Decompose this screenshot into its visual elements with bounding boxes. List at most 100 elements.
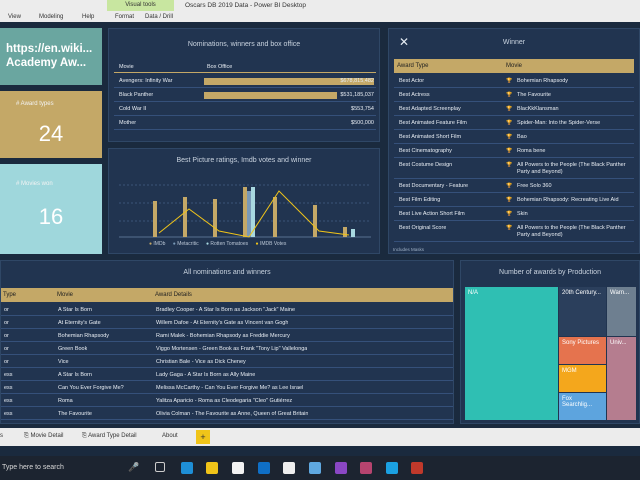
award-type: ess [4,411,13,417]
ratings-chart[interactable] [119,171,371,241]
add-page-button[interactable]: + [196,430,210,444]
teams-icon[interactable] [309,462,321,474]
header-award-details[interactable]: Award Details [155,292,192,298]
rating-bar[interactable] [343,227,347,237]
nomination-row[interactable]: ess A Star Is Born Lady Gaga - A Star Is B… [1,369,453,381]
award-type: ess [4,385,13,391]
box-office-row[interactable]: Mother $500,000 [114,117,376,130]
tab-overview-partial[interactable]: s [0,433,3,439]
award-details: Melissa McCarthy - Can You Ever Forgive … [156,385,304,391]
legend-metacritic: Metacritic [177,241,199,247]
tab-movie-detail[interactable]: ⎘ Movie Detail [24,433,63,440]
search-box[interactable]: Type here to search [2,464,64,471]
treemap-tile[interactable]: N/A [465,287,558,420]
treemap-tile[interactable]: Univ... [607,337,636,420]
treemap-chart[interactable]: N/A 20th Century... Warn... Sony Pictures Un… [465,287,637,421]
winner-row[interactable]: Best Costume Design 🏆 All Powers to the Pe… [394,159,634,179]
box-office-row[interactable]: Cold War II $553,754 [114,103,376,116]
winner-row[interactable]: Best Film Editing 🏆 Bohemian Rhapsody: Rec… [394,194,634,207]
header-movie[interactable]: Movie [116,64,134,70]
award-type: Best Original Score [399,225,447,231]
header-movie[interactable]: Movie [57,292,73,298]
treemap-tile[interactable]: MGM [559,365,606,392]
rating-bar[interactable] [153,201,157,237]
rating-bar[interactable] [313,205,317,237]
nomination-row[interactable]: or A Star Is Born Bradley Cooper - A Star … [1,304,453,316]
treemap-tile[interactable]: 20th Century... [559,287,606,336]
nomination-row[interactable]: or Green Book Viggo Mortensen - Green Book… [1,343,453,355]
rating-bar[interactable] [243,187,247,237]
rating-bar[interactable] [213,199,217,237]
winner-row[interactable]: Best Documentary - Feature 🏆 Free Solo 360 [394,180,634,193]
skype-icon[interactable] [386,462,398,474]
treemap-panel: Number of awards by Production N/A 20th C… [460,260,640,424]
trophy-icon: 🏆 [506,148,513,154]
box-office-title: Nominations, winners and box office [187,41,301,48]
treemap-tile[interactable]: Warn... [607,287,636,336]
menu-help[interactable]: Help [82,14,94,20]
rating-bar[interactable] [273,197,277,237]
trophy-icon: 🏆 [506,92,513,98]
menu-modeling[interactable]: Modeling [39,14,63,20]
winning-movie: Skin [517,211,528,217]
app-icon[interactable] [283,462,295,474]
winner-row[interactable]: Best Actress 🏆 The Favourite [394,89,634,102]
header-box-office[interactable]: Box Office [204,64,232,70]
box-office-row[interactable]: Black Panther $531,185,037 [114,89,376,102]
award-details: Olivia Colman - The Favourite as Anne, Q… [156,411,309,417]
box-office-value: $678,815,482 [340,78,374,84]
rating-bar[interactable] [247,191,251,237]
nomination-row[interactable]: ess Can You Ever Forgive Me? Melissa McCar… [1,382,453,394]
microphone-icon[interactable]: 🎤 [128,462,139,473]
trophy-icon: 🏆 [506,78,513,84]
task-view-icon[interactable] [155,462,165,472]
nomination-row[interactable]: or Bohemian Rhapsody Rami Malek - Bohemian… [1,330,453,342]
visual-studio-icon[interactable] [335,462,347,474]
winner-row[interactable]: Best Animated Short Film 🏆 Bao [394,131,634,144]
winner-row[interactable]: Best Animated Feature Film 🏆 Spider-Man: I… [394,117,634,130]
rating-bar[interactable] [351,229,355,237]
tab-about[interactable]: About [162,433,178,439]
treemap-tile[interactable]: Sony Pictures [559,337,606,364]
award-details: Christian Bale - Vice as Dick Cheney [156,359,246,365]
treemap-tile[interactable]: Fox Searchlig... [559,393,606,420]
trophy-icon: 🏆 [506,134,513,140]
notepad-icon[interactable] [232,462,244,474]
winner-row[interactable]: Best Live Action Short Film 🏆 Skin [394,208,634,221]
award-type: Best Film Editing [399,197,441,203]
menu-data-drill[interactable]: Data / Drill [145,14,173,20]
nomination-row[interactable]: or Vice Christian Bale - Vice as Dick Chen… [1,356,453,368]
winning-movie: Bao [517,134,527,140]
award-type: ess [4,372,13,378]
winner-row[interactable]: Best Original Score 🏆 All Powers to the Pe… [394,222,634,242]
menu-format[interactable]: Format [115,14,134,20]
visual-tools-tab[interactable]: Visual tools [107,0,174,11]
rating-bar[interactable] [183,197,187,237]
movie-name: Mother [119,120,137,126]
movies-won-card: # Movies won 16 [0,164,102,254]
nomination-row[interactable]: or At Eternity's Gate Willem Dafoe - At Et… [1,317,453,329]
file-explorer-icon[interactable] [206,462,218,474]
outlook-icon[interactable] [258,462,270,474]
url-card[interactable]: https://en.wiki... Academy Aw... [0,28,102,85]
winner-row[interactable]: Best Cinematography 🏆 Roma bene [394,145,634,158]
box-office-row[interactable]: Avengers: Infinity War $678,815,482 [114,75,376,88]
tab-award-type-detail[interactable]: ⎘ Award Type Detail [82,433,137,440]
url-text[interactable]: https://en.wiki... Academy Aw... [6,42,98,70]
header-award-type[interactable]: Award Type [397,63,428,69]
ratings-panel: Best Picture ratings, Imdb votes and win… [108,148,380,254]
header-movie[interactable]: Movie [506,63,522,69]
legend-rotten: Rotten Tomatoes [210,241,249,247]
movie-name: A Star Is Born [58,307,92,313]
menu-view[interactable]: View [8,14,21,20]
winner-row[interactable]: Best Actor 🏆 Bohemian Rhapsody [394,75,634,88]
trophy-icon: 🏆 [506,120,513,126]
powerpoint-icon[interactable] [411,462,423,474]
winner-row[interactable]: Best Adapted Screenplay 🏆 BlacKkKlansman [394,103,634,116]
nomination-row[interactable]: ess Roma Yalitza Aparicio - Roma as Cleode… [1,395,453,407]
ratings-title: Best Picture ratings, Imdb votes and win… [176,157,312,164]
header-type[interactable]: Type [3,292,16,298]
edge-icon[interactable] [181,462,193,474]
nomination-row[interactable]: ess The Favourite Olivia Colman - The Favo… [1,408,453,420]
onenote-icon[interactable] [360,462,372,474]
